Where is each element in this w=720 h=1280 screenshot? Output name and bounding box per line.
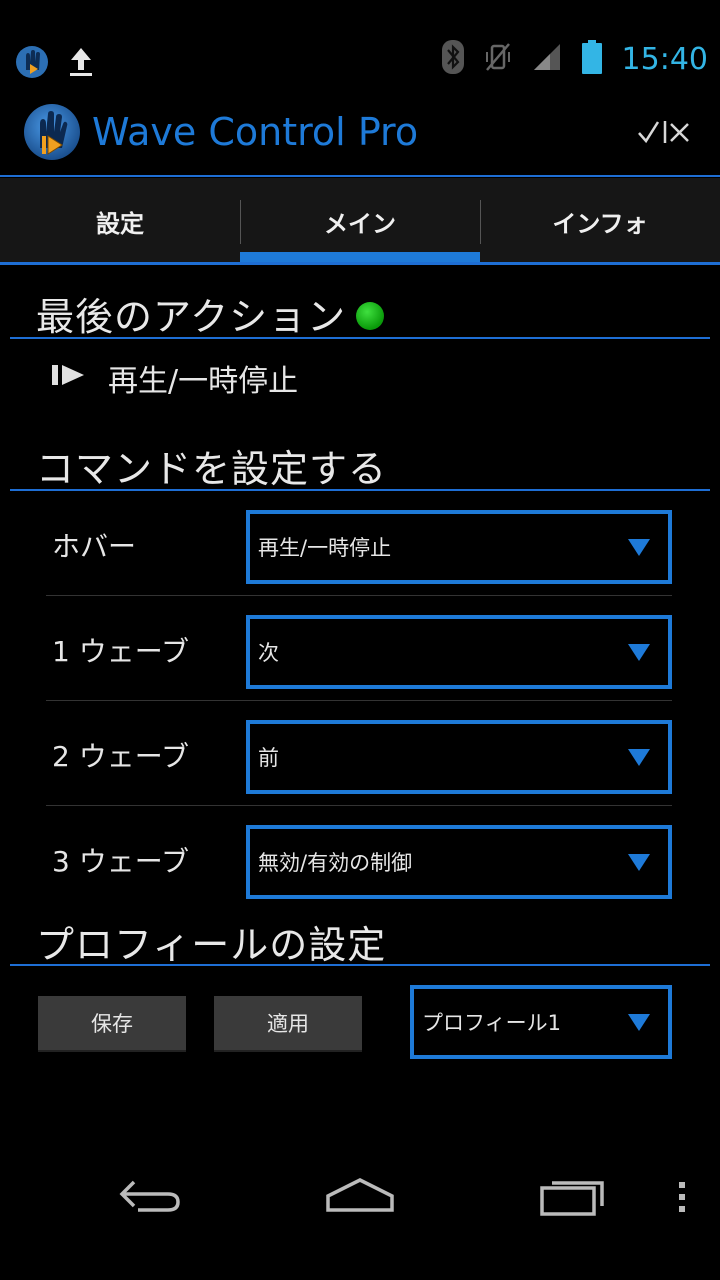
app-notification-icon bbox=[14, 44, 50, 84]
select-value: プロフィール1 bbox=[422, 1011, 561, 1035]
tab-label: 設定 bbox=[96, 209, 144, 238]
save-button[interactable]: 保存 bbox=[38, 996, 186, 1052]
tab-bar: 設定 メイン インフォ bbox=[0, 178, 720, 264]
dropdown-arrow-icon bbox=[628, 854, 650, 871]
status-bar: 15:40 bbox=[0, 0, 720, 96]
app-title: Wave Control Pro bbox=[92, 110, 419, 154]
upload-icon bbox=[68, 46, 94, 82]
battery-icon bbox=[581, 40, 602, 78]
back-button[interactable] bbox=[116, 1174, 184, 1222]
dropdown-arrow-icon bbox=[628, 644, 650, 661]
select-value: 再生/一時停止 bbox=[258, 536, 392, 560]
command-label: ホバー bbox=[52, 530, 137, 563]
overflow-menu-icon bbox=[679, 1182, 685, 1212]
last-action-heading-text: 最後のアクション bbox=[36, 295, 347, 339]
command-label: 2 ウェーブ bbox=[52, 740, 190, 773]
play-pause-icon bbox=[52, 361, 86, 396]
wave-3-command-select[interactable]: 無効/有効の制御 bbox=[246, 825, 672, 899]
commands-heading: コマンドを設定する bbox=[36, 447, 388, 491]
dropdown-arrow-icon bbox=[628, 1014, 650, 1031]
action-bar-divider bbox=[0, 175, 720, 177]
home-button[interactable] bbox=[324, 1174, 396, 1222]
status-ok-icon bbox=[356, 301, 385, 330]
action-bar: Wave Control Pro bbox=[0, 96, 720, 176]
tab-info[interactable]: インフォ bbox=[480, 178, 720, 264]
check-close-toggle[interactable] bbox=[636, 116, 692, 148]
select-value: 次 bbox=[258, 641, 279, 665]
tab-label: メイン bbox=[324, 209, 396, 238]
command-label: 3 ウェーブ bbox=[52, 845, 190, 878]
back-icon bbox=[119, 1180, 180, 1212]
last-action-heading: 最後のアクション bbox=[36, 286, 385, 341]
recent-apps-button[interactable] bbox=[538, 1174, 608, 1222]
tab-settings[interactable]: 設定 bbox=[0, 178, 240, 264]
tab-underline bbox=[0, 262, 720, 265]
apply-button[interactable]: 適用 bbox=[214, 996, 362, 1052]
app-logo[interactable] bbox=[22, 102, 82, 162]
tab-label: インフォ bbox=[552, 209, 648, 238]
select-value: 無効/有効の制御 bbox=[258, 851, 413, 875]
menu-button[interactable] bbox=[676, 1180, 688, 1218]
dropdown-arrow-icon bbox=[628, 539, 650, 556]
profile-select[interactable]: プロフィール1 bbox=[410, 985, 672, 1059]
recent-apps-icon bbox=[540, 1181, 604, 1216]
wave-1-command-select[interactable]: 次 bbox=[246, 615, 672, 689]
vibrate-icon bbox=[484, 42, 512, 76]
section-divider bbox=[10, 964, 710, 966]
section-divider bbox=[10, 337, 710, 339]
tab-main[interactable]: メイン bbox=[240, 178, 480, 264]
select-value: 前 bbox=[258, 746, 279, 770]
command-label: 1 ウェーブ bbox=[52, 635, 190, 668]
last-action-value: 再生/一時停止 bbox=[108, 364, 299, 399]
signal-icon bbox=[532, 42, 562, 76]
dropdown-arrow-icon bbox=[628, 749, 650, 766]
status-clock: 15:40 bbox=[621, 41, 708, 77]
bluetooth-icon bbox=[441, 40, 464, 78]
home-icon bbox=[326, 1178, 394, 1212]
wave-2-command-select[interactable]: 前 bbox=[246, 720, 672, 794]
hover-command-select[interactable]: 再生/一時停止 bbox=[246, 510, 672, 584]
profile-heading: プロフィールの設定 bbox=[36, 923, 387, 967]
navigation-bar bbox=[0, 1140, 720, 1280]
last-action: 再生/一時停止 bbox=[52, 356, 298, 400]
